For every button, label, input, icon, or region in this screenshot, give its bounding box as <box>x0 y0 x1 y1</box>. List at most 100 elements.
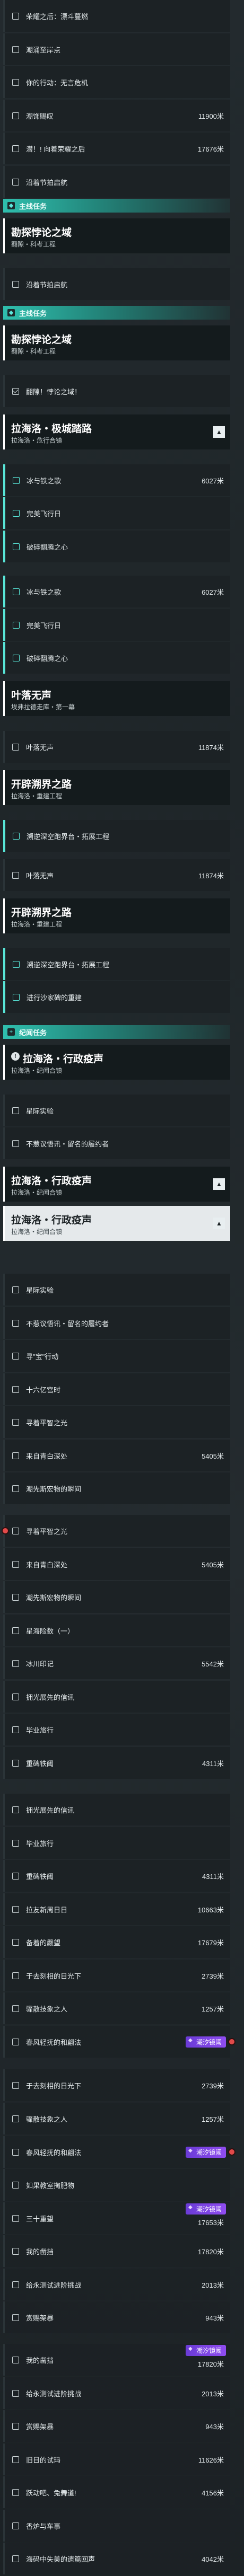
quest-chapter-header[interactable]: 拉海洛・行政疫声 拉海洛・纪闻合镇 ▲ <box>3 1206 230 1241</box>
quest-item[interactable]: 进行沙家碑的重建 <box>3 981 230 1013</box>
checkbox-icon <box>12 1905 19 1913</box>
quest-item[interactable]: 溯逆深空跑界台・拓展工程 <box>3 820 230 852</box>
quest-item[interactable]: 叶落无声 11874米 <box>3 859 230 891</box>
quest-item[interactable]: 溯逆深空跑界台・拓展工程 <box>3 948 230 980</box>
quest-item[interactable]: 毕业旅行 <box>3 1714 230 1745</box>
quest-name: 星际实验 <box>26 1286 54 1294</box>
quest-item[interactable]: 拥光展先的信讯 <box>3 1794 230 1825</box>
quest-name: 拥光展先的信讯 <box>26 1693 75 1701</box>
quest-item[interactable]: 拥光展先的信讯 <box>3 1681 230 1713</box>
quest-item[interactable]: 冰与铁之歌 6027米 <box>3 576 230 607</box>
quest-item[interactable]: 破碎翻腾之心 <box>3 642 230 674</box>
quest-item[interactable]: 赏赐架暴 943米 <box>3 2301 230 2333</box>
quest-item[interactable]: 我的凿挡 17820米 <box>3 2235 230 2267</box>
quest-item[interactable]: 于去刻相的日光下 2739米 <box>3 2069 230 2101</box>
checkbox-icon <box>12 1560 19 1568</box>
quest-item[interactable]: 给永测试进阶挑战 2013米 <box>3 2269 230 2300</box>
quest-item[interactable]: 春风轻抚的和翩法 潮汐镜阈 <box>3 2026 236 2058</box>
quest-name: 如果教室掏肥物 <box>26 2181 75 2190</box>
quest-item[interactable]: 三十重望 潮汐镜阈 17653米 <box>3 2202 230 2234</box>
checkbox-icon <box>12 871 19 879</box>
quest-chapter-header[interactable]: ! 拉海洛・行政疫声 拉海洛・纪闻合镇 <box>3 1045 230 1080</box>
quest-item[interactable]: 叶落无声 11874米 <box>3 731 230 763</box>
quest-item[interactable]: 跃动吧、兔舞道! 4156米 <box>3 2476 230 2508</box>
quest-item[interactable]: 旧日的试玛 11626米 <box>3 2443 230 2475</box>
quest-item[interactable]: 如果教室掏肥物 <box>3 2169 230 2201</box>
quest-item[interactable]: 毕业旅行 <box>3 1827 230 1859</box>
quest-item[interactable]: 骤散技象之人 1257米 <box>3 1992 230 2024</box>
quest-item[interactable]: 给永测试进阶挑战 2013米 <box>3 2377 230 2409</box>
quest-name: 破碎翻腾之心 <box>27 543 68 551</box>
quest-chapter-header[interactable]: 勘探悖论之域 翻隙・科考工程 <box>3 325 230 360</box>
quest-item[interactable]: 完美飞行日 <box>3 609 230 641</box>
quest-item[interactable]: 沿着节拍启航 <box>3 166 230 198</box>
quest-chapter-header[interactable]: 勘探悖论之域 翻隙・科考工程 <box>3 218 230 253</box>
quest-chapter-header[interactable]: 叶落无声 埃弗拉德走库・第一幕 <box>3 681 230 716</box>
alert-icon: ! <box>11 1052 20 1061</box>
quest-item[interactable]: 潮先斯宏物的瞬间 <box>3 1472 230 1504</box>
quest-item[interactable]: 破碎翻腾之心 <box>3 531 230 562</box>
quest-item[interactable]: 拉友新周日日 10663米 <box>3 1893 230 1925</box>
checkbox-icon <box>13 509 20 517</box>
chevron-up-icon[interactable]: ▲ <box>213 426 225 438</box>
quest-name: 我的凿挡 <box>26 2247 54 2256</box>
quest-item[interactable]: 不惹议悟讯・留名的履约者 <box>3 1127 230 1159</box>
quest-item[interactable]: 冰与铁之歌 6027米 <box>3 464 230 496</box>
quest-item[interactable]: 寻着平智之光 <box>2 1515 230 1547</box>
quest-item[interactable]: 海码中失美的遗篇回声 4042米 <box>3 2543 230 2574</box>
quest-item[interactable]: 来自青白深处 5405米 <box>3 1440 230 1471</box>
quest-name: 拥光展先的信讯 <box>26 1806 75 1814</box>
distance-value: 2739米 <box>202 1972 224 1980</box>
quest-item[interactable]: 于去刻相的日光下 2739米 <box>3 1960 230 1991</box>
quest-item[interactable]: 春风轻抚的和翩法 潮汐镜阈 <box>3 2136 236 2168</box>
chapter-title: 拉海洛・极城踏路 <box>11 424 92 435</box>
quest-item[interactable]: 重碑铁阈 4311米 <box>3 1747 230 1779</box>
quest-item[interactable]: 翻隙！悖论之域！ <box>3 375 230 407</box>
quest-item[interactable]: 寻着平智之光 <box>3 1406 230 1438</box>
quest-item[interactable]: 赏赐架暴 943米 <box>3 2410 230 2442</box>
chevron-up-icon[interactable]: ▲ <box>213 1218 225 1229</box>
quest-chapter-header[interactable]: 开辟溯界之路 拉海洛・重建工程 <box>3 898 230 933</box>
quest-item[interactable]: 骤散技象之人 1257米 <box>3 2103 230 2134</box>
quest-item[interactable]: 寻"宝"行动 <box>3 1340 230 1372</box>
quest-name: 赏赐架暴 <box>26 2422 54 2431</box>
distance-value: 1257米 <box>202 2115 224 2123</box>
quest-name: 潮先斯宏物的瞬间 <box>26 1593 82 1602</box>
quest-item[interactable]: 完美飞行日 <box>3 497 230 529</box>
quest-item[interactable]: 潮先斯宏物的瞬间 <box>3 1581 230 1613</box>
quest-name: 于去刻相的日光下 <box>26 1972 82 1980</box>
quest-item[interactable]: 潜！! 向着荣耀之后 17676米 <box>3 133 230 164</box>
quest-item[interactable]: 重碑铁阈 4311米 <box>3 1860 230 1892</box>
chapter-title: 拉海洛・行政疫声 <box>23 1054 104 1065</box>
quest-item[interactable]: 十六亿宫时 <box>3 1373 230 1405</box>
quest-name: 于去刻相的日光下 <box>26 2081 82 2090</box>
quest-item[interactable]: 星际实验 <box>3 1095 230 1126</box>
quest-item[interactable]: 你的行动：无言危机 <box>3 66 230 98</box>
checkbox-icon <box>12 2181 19 2189</box>
quest-item[interactable]: 星海险数（一） <box>3 1615 230 1646</box>
checkbox-checked-icon <box>12 387 19 395</box>
quest-chapter-header[interactable]: 开辟溯界之路 拉海洛・重建工程 <box>3 770 230 805</box>
distance-value: 2013米 <box>202 2389 224 2398</box>
checkbox-icon <box>12 2314 19 2321</box>
checkbox-icon <box>12 1319 19 1327</box>
quest-item[interactable]: 潮饰赐叹 11900米 <box>3 100 230 131</box>
quest-item[interactable]: 潮涌至岸点 <box>3 33 230 65</box>
quest-chapter-header[interactable]: 拉海洛・行政疫声 拉海洛・纪闻合镇 ▲ <box>3 1167 230 1202</box>
quest-name: 十六亿宫时 <box>26 1386 61 1394</box>
chevron-up-icon[interactable]: ▲ <box>213 1178 225 1190</box>
chapter-subtitle: 拉海洛・危行合镇 <box>11 437 63 444</box>
quest-chapter-header[interactable]: 拉海洛・极城踏路拉海洛・危行合镇 ▲ <box>3 414 230 449</box>
quest-name: 完美飞行日 <box>27 621 62 630</box>
quest-item[interactable]: 来自青白深处 5405米 <box>3 1548 230 1580</box>
chapter-subtitle: 拉海洛・纪闻合镇 <box>11 1228 63 1236</box>
quest-item[interactable]: 备着的嚴望 17679米 <box>3 1926 230 1958</box>
quest-item[interactable]: 不惹议悟讯・留名的履约者 <box>3 1307 230 1339</box>
quest-item[interactable]: 沿着节拍启航 <box>3 268 230 300</box>
quest-item[interactable]: 荣耀之后：漂斗蔓燃 <box>3 0 230 32</box>
quest-item[interactable]: 我的凿挡 潮汐镜阈 17820米 <box>3 2344 230 2376</box>
quest-item[interactable]: 冰川印记 5542米 <box>3 1647 230 1679</box>
quest-item[interactable]: 星际实验 <box>3 1274 230 1305</box>
quest-item[interactable]: 香炉与车事 <box>3 2510 230 2542</box>
quest-name: 寻着平智之光 <box>26 1418 68 1427</box>
